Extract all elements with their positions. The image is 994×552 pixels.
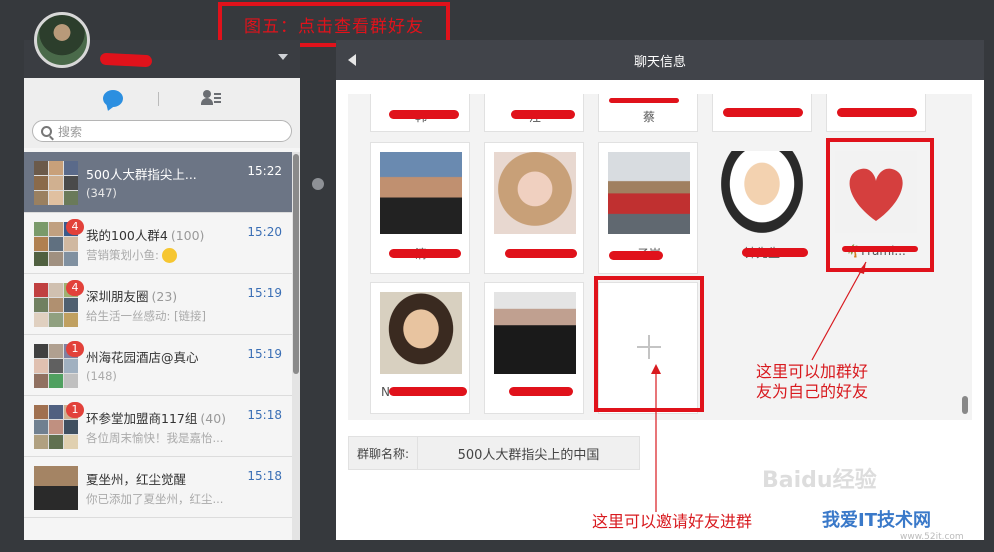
watermark-url: www.52it.com — [900, 532, 964, 542]
watermark-site: 我爱IT技术网 — [822, 510, 931, 531]
annotation-invite: 这里可以邀请好友进群 — [592, 512, 753, 531]
watermark-logo: Baidu经验 — [762, 468, 877, 493]
annotation-add-friend: 这里可以加群好 友为自己的好友 — [756, 362, 869, 401]
